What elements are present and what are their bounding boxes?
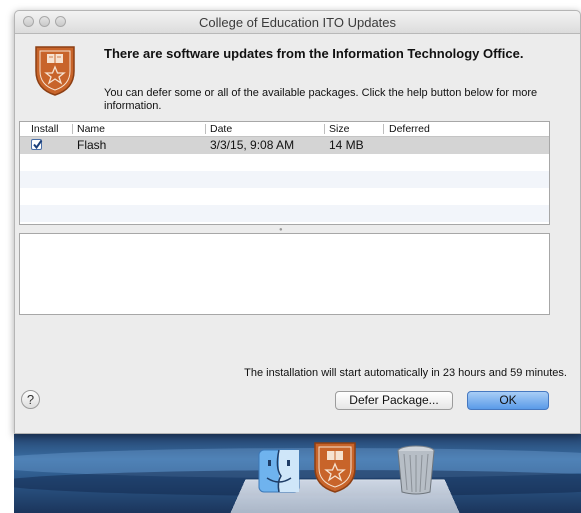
package-size: 14 MB [329, 138, 364, 152]
update-description: You can defer some or all of the availab… [104, 87, 538, 112]
split-handle[interactable]: ● [279, 227, 285, 233]
title-bar[interactable]: College of Education ITO Updates [15, 11, 580, 34]
table-header: Install Name Date Size Deferred [20, 122, 549, 137]
column-divider [383, 124, 384, 134]
desktop-background [14, 430, 581, 513]
packages-table: Install Name Date Size Deferred Flash 3/… [19, 121, 550, 225]
column-header-name[interactable]: Name [77, 123, 105, 135]
ut-shield-dock-icon[interactable] [312, 440, 358, 494]
empty-row [20, 205, 549, 222]
package-details-pane [19, 233, 550, 315]
ut-shield-logo [34, 45, 76, 97]
column-header-date[interactable]: Date [210, 123, 232, 135]
install-checkbox[interactable] [31, 139, 43, 150]
update-headline: There are software updates from the Info… [104, 46, 524, 61]
package-date: 3/3/15, 9:08 AM [210, 138, 295, 152]
empty-row [20, 188, 549, 205]
finder-icon[interactable] [257, 448, 301, 494]
help-button[interactable]: ? [21, 390, 40, 409]
checkmark-icon [33, 139, 43, 150]
column-header-install[interactable]: Install [31, 123, 58, 135]
empty-row [20, 154, 549, 171]
defer-package-button[interactable]: Defer Package... [335, 391, 453, 410]
window-title: College of Education ITO Updates [198, 15, 397, 30]
table-row[interactable]: Flash 3/3/15, 9:08 AM 14 MB [20, 137, 549, 154]
column-divider [205, 124, 206, 134]
column-header-deferred[interactable]: Deferred [389, 123, 430, 135]
column-header-size[interactable]: Size [329, 123, 349, 135]
package-name: Flash [77, 138, 107, 152]
column-divider [324, 124, 325, 134]
empty-row [20, 171, 549, 188]
trash-icon[interactable] [394, 444, 438, 496]
column-divider [72, 124, 73, 134]
install-countdown-status: The installation will start automaticall… [244, 367, 567, 379]
ok-button[interactable]: OK [467, 391, 549, 410]
